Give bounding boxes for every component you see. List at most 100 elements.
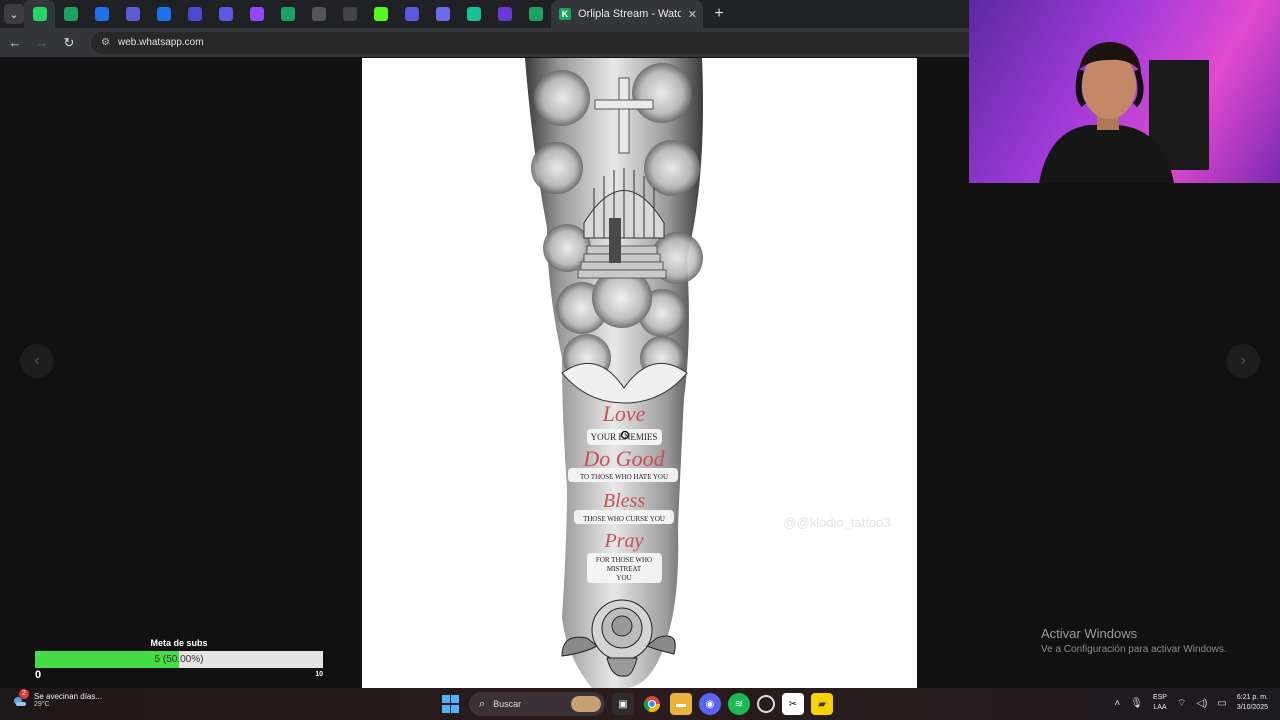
tattoo-text-love: Love bbox=[602, 401, 646, 426]
chrome-icon[interactable] bbox=[641, 693, 663, 715]
windows-taskbar: 2 Se avecinan días... 29°C ⌕ Buscar ▣ ▬ … bbox=[0, 688, 1280, 720]
new-tab-button[interactable]: + bbox=[707, 2, 731, 26]
taskbar-search[interactable]: ⌕ Buscar bbox=[469, 692, 605, 716]
system-tray: ˄ 🎙 ESP LAA ⌔ ◁) ▭ 6:21 p. m. 3/10/2025 bbox=[1114, 693, 1268, 713]
tattoo-text-bless: Bless bbox=[603, 490, 645, 512]
task-view-icon[interactable]: ▣ bbox=[612, 693, 634, 715]
pinned-tab[interactable] bbox=[334, 0, 365, 28]
search-placeholder: Buscar bbox=[493, 699, 522, 709]
video-icon bbox=[187, 7, 202, 21]
language-code: ESP bbox=[1152, 694, 1167, 701]
chevron-left-icon: ‹ bbox=[34, 352, 40, 369]
sub-goal-progress-text: 5 (50.00%) bbox=[154, 654, 204, 665]
pinned-tab[interactable] bbox=[458, 0, 489, 28]
sheets-icon bbox=[280, 7, 295, 21]
search-highlight-icon bbox=[571, 696, 601, 712]
volume-icon[interactable]: ◁) bbox=[1196, 698, 1207, 709]
reload-button[interactable]: ↻ bbox=[57, 31, 81, 55]
spotify-icon[interactable]: ≋ bbox=[728, 693, 750, 715]
search-icon: ⌕ bbox=[479, 697, 486, 710]
pinned-tab[interactable] bbox=[148, 0, 179, 28]
pinned-tab[interactable] bbox=[396, 0, 427, 28]
tattoo-sleeve-drawing: Love YOUR ENEMIES Do Good TO THOSE WHO H… bbox=[525, 58, 891, 688]
tattoo-image: Love YOUR ENEMIES Do Good TO THOSE WHO H… bbox=[362, 58, 917, 688]
sub-goal-min: 0 bbox=[35, 669, 42, 681]
weather-icon: 2 bbox=[12, 689, 29, 708]
language-indicator[interactable]: ESP LAA bbox=[1153, 693, 1167, 713]
obs-icon[interactable] bbox=[757, 695, 775, 713]
pinned-tab[interactable] bbox=[489, 0, 520, 28]
clock-time: 6:21 p. m. bbox=[1236, 694, 1268, 701]
battery-icon[interactable]: ▭ bbox=[1217, 698, 1226, 709]
pinned-tab[interactable] bbox=[117, 0, 148, 28]
weather-text: Se avecinan días... bbox=[34, 692, 103, 701]
previous-image-button[interactable]: ‹ bbox=[20, 344, 54, 378]
pinned-tab[interactable] bbox=[55, 0, 86, 28]
capcut-icon[interactable]: ✂ bbox=[782, 693, 804, 715]
site-info-icon[interactable]: ⚙ bbox=[101, 37, 110, 48]
pinned-tabs bbox=[24, 0, 551, 28]
tattoo-text-do-good: Do Good bbox=[582, 446, 665, 471]
edge-icon bbox=[156, 7, 171, 21]
chevron-up-icon[interactable]: ˄ bbox=[1114, 698, 1120, 709]
url-text: web.whatsapp.com bbox=[117, 37, 204, 48]
credit-watermark: @@klodio_tattoo3 bbox=[783, 515, 890, 530]
pinned-tab[interactable] bbox=[520, 0, 551, 28]
sync-icon bbox=[435, 7, 450, 21]
pinned-tab[interactable] bbox=[86, 0, 117, 28]
meet-icon bbox=[125, 7, 140, 21]
twitch-icon bbox=[249, 7, 264, 21]
next-image-button[interactable]: › bbox=[1226, 344, 1260, 378]
kick-icon: K bbox=[559, 8, 571, 20]
jira-icon bbox=[497, 7, 512, 21]
weather-widget[interactable]: 2 Se avecinan días... 29°C bbox=[12, 689, 103, 708]
file-explorer-icon[interactable]: ▬ bbox=[670, 693, 692, 715]
tab-search-chevron-icon[interactable]: ⌄ bbox=[4, 4, 24, 24]
pinned-tab[interactable] bbox=[210, 0, 241, 28]
clock[interactable]: 6:21 p. m. 3/10/2025 bbox=[1237, 693, 1268, 713]
sub-goal-label: Meta de subs bbox=[150, 638, 208, 648]
pinned-tab[interactable] bbox=[24, 0, 55, 28]
back-button[interactable]: ← bbox=[3, 31, 27, 55]
kick-icon bbox=[373, 7, 388, 21]
close-icon[interactable]: ✕ bbox=[688, 8, 697, 21]
taskbar-apps: ⌕ Buscar ▣ ▬ ◉ ≋ ✂ ▰ bbox=[440, 692, 833, 716]
forward-button[interactable]: → bbox=[30, 31, 54, 55]
pinned-tab[interactable] bbox=[272, 0, 303, 28]
microphone-icon[interactable]: 🎙 bbox=[1130, 698, 1143, 709]
tab-active[interactable]: K Orlipla Stream - Watch Live on ✕ bbox=[551, 0, 703, 28]
activation-subtitle: Ve a Configuración para activar Windows. bbox=[1041, 644, 1227, 655]
windows-activation-watermark: Activar Windows Ve a Configuración para … bbox=[1041, 626, 1227, 655]
notification-badge: 2 bbox=[19, 689, 29, 699]
weather-temp: 29°C bbox=[34, 701, 50, 708]
sub-goal-max: 10 bbox=[315, 671, 323, 678]
discord-icon[interactable]: ◉ bbox=[699, 693, 721, 715]
sub-goal-bar: 5 (50.00%) bbox=[35, 651, 323, 668]
wifi-icon[interactable]: ⌔ bbox=[1177, 697, 1186, 710]
address-bar[interactable]: ⚙ web.whatsapp.com bbox=[91, 31, 986, 54]
sheets-icon bbox=[63, 7, 78, 21]
edge-icon bbox=[94, 7, 109, 21]
pinned-tab[interactable] bbox=[365, 0, 396, 28]
tattoo-text-mistreat-2: MISTREAT bbox=[607, 565, 642, 573]
pinned-tab[interactable] bbox=[241, 0, 272, 28]
tattoo-text-pray: Pray bbox=[604, 530, 644, 552]
windows-start-icon[interactable] bbox=[440, 693, 462, 715]
sticky-notes-icon[interactable]: ▰ bbox=[811, 693, 833, 715]
tattoo-text-curse: THOSE WHO CURSE YOU bbox=[583, 515, 665, 523]
openai-icon bbox=[311, 7, 326, 21]
activation-title: Activar Windows bbox=[1041, 626, 1138, 641]
pinned-tab[interactable] bbox=[303, 0, 334, 28]
sheets-icon bbox=[528, 7, 543, 21]
pinned-tab[interactable] bbox=[179, 0, 210, 28]
clock-date: 3/10/2025 bbox=[1236, 704, 1268, 711]
tattoo-text-hate: TO THOSE WHO HATE YOU bbox=[580, 473, 668, 481]
streamer-figure bbox=[1039, 42, 1209, 183]
video-icon bbox=[218, 7, 233, 21]
pcloud-icon bbox=[342, 7, 357, 21]
webcam-overlay bbox=[969, 0, 1280, 183]
whatsapp-icon bbox=[32, 7, 47, 21]
keyboard-layout: LAA bbox=[1153, 704, 1167, 711]
tattoo-text-mistreat-1: FOR THOSE WHO bbox=[596, 556, 652, 564]
pinned-tab[interactable] bbox=[427, 0, 458, 28]
